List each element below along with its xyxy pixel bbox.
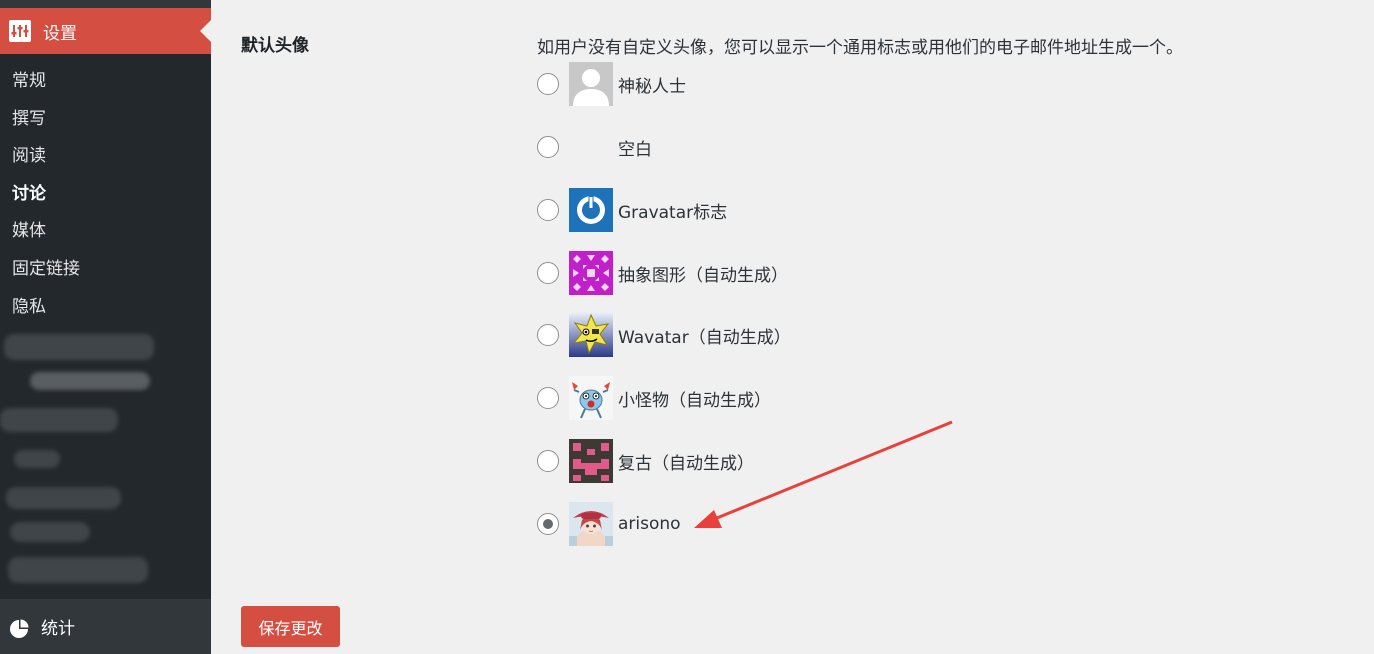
identicon-avatar-icon — [569, 251, 613, 295]
avatar-option[interactable]: Wavatar（自动生成） — [537, 313, 791, 357]
avatar-option[interactable]: 空白 — [537, 125, 652, 169]
menu-stats[interactable]: 统计 — [0, 599, 211, 654]
avatar-option-label: 小怪物（自动生成） — [618, 390, 771, 411]
avatar-radio[interactable] — [537, 324, 559, 346]
submenu-item[interactable]: 阅读 — [0, 138, 211, 176]
avatar-option-label: Wavatar（自动生成） — [618, 327, 791, 348]
avatar-option[interactable]: 小怪物（自动生成） — [537, 376, 771, 420]
obscured-menu-item — [10, 522, 90, 542]
avatar-option-label: 复古（自动生成） — [618, 453, 754, 474]
avatar-option-label: 空白 — [618, 139, 652, 160]
default-avatar-description: 如用户没有自定义头像，您可以显示一个通用标志或用他们的电子邮件地址生成一个。 — [537, 38, 1183, 58]
wavatar-avatar-icon — [569, 313, 613, 357]
active-menu-pointer — [200, 20, 211, 42]
obscured-menu-item — [0, 408, 118, 432]
avatar-radio[interactable] — [537, 450, 559, 472]
avatar-option-label: arisono — [618, 514, 681, 534]
avatar-option[interactable]: 神秘人士 — [537, 62, 686, 106]
mystery-person-avatar-icon — [569, 62, 613, 106]
avatar-option[interactable]: 抽象图形（自动生成） — [537, 251, 788, 295]
obscured-menu-item — [6, 487, 121, 509]
submenu-item[interactable]: 常规 — [0, 63, 211, 101]
blank-avatar-icon — [569, 125, 613, 169]
submenu-item[interactable]: 媒体 — [0, 213, 211, 251]
menu-settings[interactable]: 设置 — [0, 8, 211, 54]
avatar-option-label: 神秘人士 — [618, 76, 686, 97]
obscured-menu-item — [14, 450, 60, 468]
avatar-radio[interactable] — [537, 387, 559, 409]
avatar-option[interactable]: arisono — [537, 502, 681, 546]
submenu-item[interactable]: 讨论 — [0, 176, 211, 214]
avatar-radio[interactable] — [537, 136, 559, 158]
admin-sidebar: 设置 常规 撰写 阅读 讨论 媒体 固定链接 隐私 统计 — [0, 0, 211, 654]
avatar-option[interactable]: Gravatar标志 — [537, 188, 727, 232]
settings-submenu: 常规 撰写 阅读 讨论 媒体 固定链接 隐私 — [0, 63, 211, 326]
avatar-option-label: 抽象图形（自动生成） — [618, 265, 788, 286]
obscured-menu-item — [8, 557, 148, 583]
monsterid-avatar-icon — [569, 376, 613, 420]
submenu-item[interactable]: 固定链接 — [0, 251, 211, 289]
pie-chart-icon — [9, 619, 29, 639]
avatar-option-label: Gravatar标志 — [618, 202, 728, 223]
submenu-item[interactable]: 撰写 — [0, 101, 211, 139]
avatar-radio[interactable] — [537, 262, 559, 284]
avatar-radio[interactable] — [537, 73, 559, 95]
sidebar-top-strip — [0, 0, 211, 8]
avatar-radio[interactable] — [537, 199, 559, 221]
default-avatar-heading: 默认头像 — [241, 36, 309, 56]
settings-sliders-icon — [9, 20, 31, 42]
obscured-menu-item — [30, 372, 150, 390]
custom-anime-avatar-icon — [569, 502, 613, 546]
menu-settings-label: 设置 — [43, 23, 77, 44]
settings-main: 默认头像 如用户没有自定义头像，您可以显示一个通用标志或用他们的电子邮件地址生成… — [211, 0, 1374, 654]
avatar-option[interactable]: 复古（自动生成） — [537, 439, 754, 483]
menu-stats-label: 统计 — [41, 619, 75, 639]
submenu-item[interactable]: 隐私 — [0, 289, 211, 327]
obscured-menu-item — [4, 334, 154, 360]
avatar-radio[interactable] — [537, 513, 559, 535]
retro-avatar-icon — [569, 439, 613, 483]
gravatar-logo-avatar-icon — [569, 188, 613, 232]
save-changes-button[interactable]: 保存更改 — [241, 606, 340, 647]
